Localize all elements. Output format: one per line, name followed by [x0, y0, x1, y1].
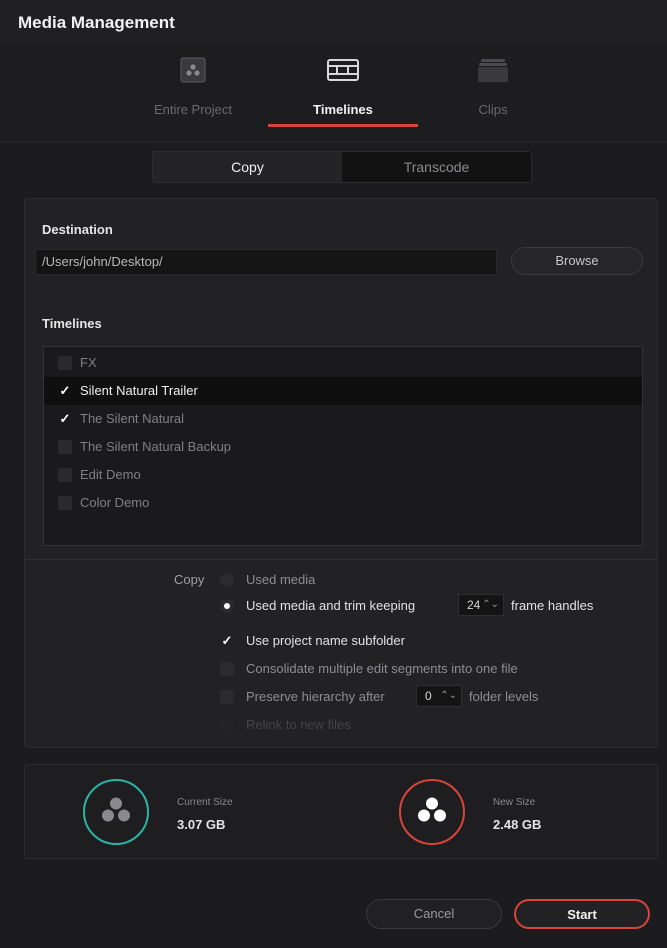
- used-media-label: Used media: [246, 572, 316, 587]
- tab-timelines-label: Timelines: [313, 102, 373, 117]
- project-subfolder-label: Use project name subfolder: [246, 633, 405, 648]
- project-subfolder-checkbox[interactable]: ✓: [220, 634, 234, 648]
- current-size-ring: [83, 779, 149, 845]
- timeline-row-color-demo[interactable]: Color Demo: [44, 489, 642, 517]
- size-summary-panel: Current Size 3.07 GB New Size 2.48 GB: [24, 764, 658, 859]
- frame-handles-stepper[interactable]: 24 ⌃⌄: [458, 594, 504, 616]
- cancel-button[interactable]: Cancel: [366, 899, 502, 929]
- current-size-label: Current Size: [177, 797, 233, 808]
- transcode-option[interactable]: Transcode: [342, 152, 531, 182]
- timeline-icon: [326, 56, 360, 89]
- relink-label: Relink to new files: [246, 717, 351, 732]
- new-size-value: 2.48 GB: [493, 817, 542, 832]
- timeline-label: Silent Natural Trailer: [80, 383, 198, 398]
- copy-option[interactable]: Copy: [153, 152, 342, 182]
- resolve-logo-icon: [98, 794, 134, 831]
- project-icon: [178, 56, 208, 89]
- used-media-radio[interactable]: [220, 573, 234, 587]
- timeline-row-silent-natural-trailer[interactable]: ✓ Silent Natural Trailer: [44, 377, 642, 405]
- timeline-label: Edit Demo: [80, 467, 141, 482]
- timeline-row-fx[interactable]: FX: [44, 349, 642, 377]
- copy-transcode-toggle: Copy Transcode: [152, 151, 532, 183]
- preserve-hierarchy-checkbox[interactable]: [220, 690, 234, 704]
- tab-entire-project[interactable]: Entire Project: [118, 46, 268, 142]
- used-media-trim-radio[interactable]: [220, 599, 234, 613]
- new-size-label: New Size: [493, 797, 536, 808]
- resolve-logo-icon: [414, 794, 450, 831]
- browse-button[interactable]: Browse: [511, 247, 643, 275]
- consolidate-label: Consolidate multiple edit segments into …: [246, 661, 518, 676]
- frame-handles-value: 24: [467, 598, 481, 612]
- timelines-list: FX ✓ Silent Natural Trailer ✓ The Silent…: [43, 346, 643, 546]
- timelines-heading: Timelines: [42, 316, 102, 331]
- timeline-label: The Silent Natural: [80, 411, 185, 426]
- active-tab-indicator: [268, 124, 418, 127]
- tab-timelines[interactable]: Timelines: [268, 46, 418, 142]
- start-button[interactable]: Start: [514, 899, 650, 929]
- timeline-checkbox[interactable]: [58, 468, 72, 482]
- timeline-checkbox[interactable]: [58, 496, 72, 510]
- timeline-label: FX: [80, 355, 97, 370]
- window-title: Media Management: [18, 13, 175, 32]
- clips-icon: [476, 56, 510, 89]
- mode-tabs: Entire Project Timelines Clips: [0, 46, 667, 142]
- consolidate-checkbox[interactable]: [220, 662, 234, 676]
- timeline-label: The Silent Natural Backup: [80, 439, 232, 454]
- section-divider: [25, 559, 657, 560]
- frame-handles-suffix: frame handles: [511, 598, 594, 613]
- tab-clips-label: Clips: [478, 102, 508, 117]
- timeline-checkbox-checked[interactable]: ✓: [58, 412, 72, 426]
- destination-heading: Destination: [42, 222, 113, 237]
- stepper-arrows-icon[interactable]: ⌃⌄: [440, 686, 457, 706]
- used-media-trim-label: Used media and trim keeping: [246, 598, 416, 613]
- tab-clips[interactable]: Clips: [418, 46, 568, 142]
- timeline-label: Color Demo: [80, 495, 150, 510]
- tab-entire-project-label: Entire Project: [153, 102, 233, 117]
- folder-levels-stepper[interactable]: 0 ⌃⌄: [416, 685, 462, 707]
- current-size-value: 3.07 GB: [177, 817, 226, 832]
- preserve-hierarchy-label: Preserve hierarchy after: [246, 689, 385, 704]
- title-bar: Media Management: [0, 0, 667, 46]
- timeline-checkbox[interactable]: [58, 440, 72, 454]
- timeline-checkbox-checked[interactable]: ✓: [58, 384, 72, 398]
- new-size-ring: [399, 779, 465, 845]
- destination-path-field[interactable]: /Users/john/Desktop/: [35, 249, 497, 275]
- timeline-row-backup[interactable]: The Silent Natural Backup: [44, 433, 642, 461]
- settings-panel: Destination /Users/john/Desktop/ Browse …: [24, 198, 658, 748]
- timeline-row-the-silent-natural[interactable]: ✓ The Silent Natural: [44, 405, 642, 433]
- relink-checkbox[interactable]: [220, 718, 234, 732]
- stepper-arrows-icon[interactable]: ⌃⌄: [482, 595, 499, 615]
- folder-levels-suffix: folder levels: [469, 689, 539, 704]
- timeline-checkbox[interactable]: [58, 356, 72, 370]
- folder-levels-value: 0: [425, 689, 432, 703]
- timeline-row-edit-demo[interactable]: Edit Demo: [44, 461, 642, 489]
- copy-options-label: Copy: [174, 572, 205, 587]
